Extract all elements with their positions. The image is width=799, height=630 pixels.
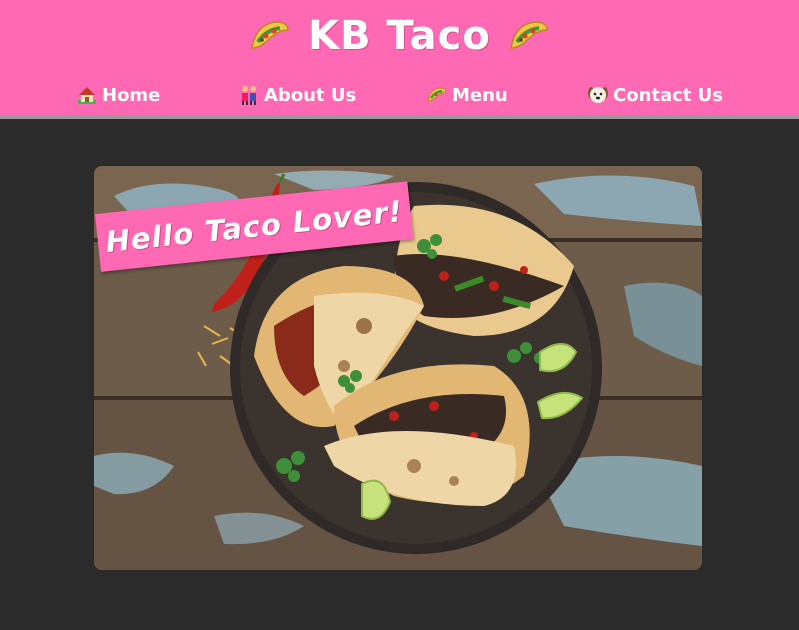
nav-item-label: Home <box>102 84 161 106</box>
site-title-text[interactable]: KB Taco <box>308 13 491 59</box>
nav-item-menu[interactable]: Menu <box>426 78 508 112</box>
site-title: KB Taco <box>0 8 799 64</box>
nav-item-label: Menu <box>452 84 508 106</box>
nav-item-about-us[interactable]: About Us <box>238 78 356 112</box>
main-nav: Home About Us Menu Contact Us <box>0 78 799 112</box>
nav-item-contact-us[interactable]: Contact Us <box>587 78 723 112</box>
site-header: KB Taco Home About Us Menu Contact Us <box>0 0 799 119</box>
dog-face-icon <box>587 84 609 106</box>
nav-item-label: About Us <box>264 84 357 106</box>
house-icon <box>76 84 98 106</box>
taco-icon <box>248 18 292 54</box>
nav-item-home[interactable]: Home <box>76 78 160 112</box>
nav-item-label: Contact Us <box>613 84 724 106</box>
taco-icon <box>426 84 448 106</box>
taco-icon <box>507 18 551 54</box>
people-icon <box>238 84 260 106</box>
